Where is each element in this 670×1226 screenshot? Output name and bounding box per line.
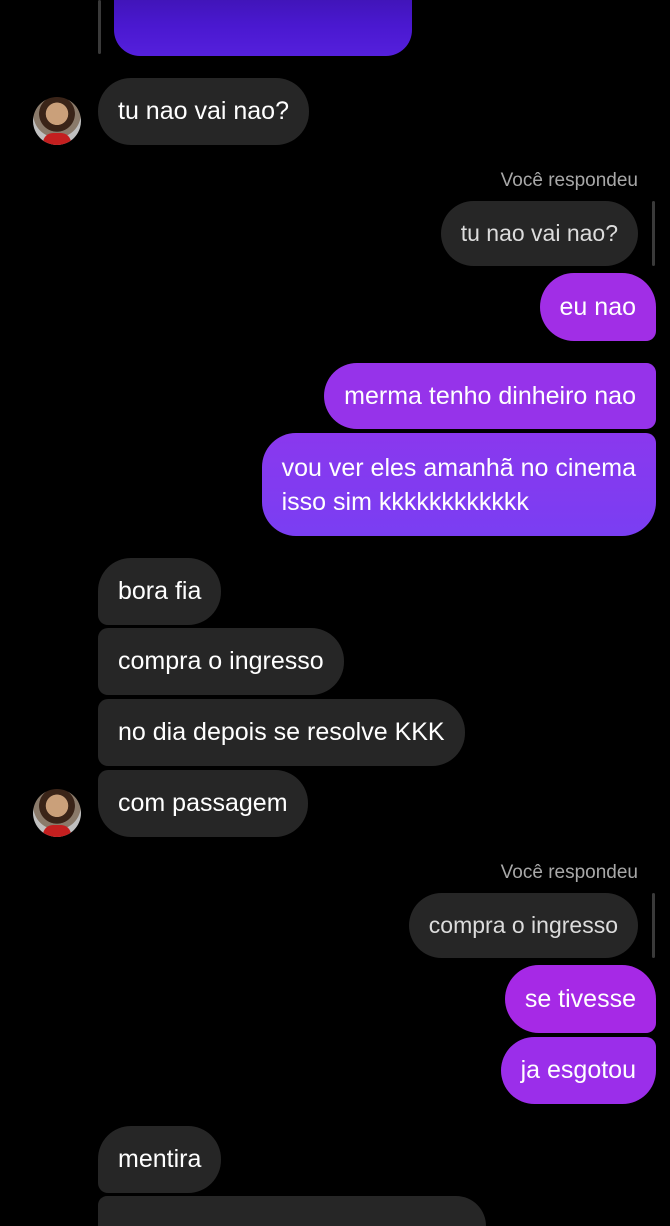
message-text: eu nao <box>559 292 636 321</box>
quoted-message[interactable]: tu nao vai nao? <box>440 201 638 266</box>
quoted-message[interactable]: compra o ingresso <box>408 893 638 958</box>
message-text: se tivesse <box>524 984 636 1013</box>
contact-avatar[interactable] <box>33 789 81 837</box>
quoted-message-text: tu nao vai nao? <box>460 220 618 246</box>
message-text: tu nao vai nao? <box>118 97 289 125</box>
incoming-message[interactable]: com passagem <box>98 770 308 837</box>
message-text: com passagem <box>118 789 288 817</box>
quoted-message-text: compra o ingresso <box>428 912 618 938</box>
message-text: isso sim kkkkkkkkkkkk <box>281 487 529 516</box>
incoming-message[interactable]: mentira <box>98 1126 222 1193</box>
message-text: no dia depois se resolve KKK <box>118 718 445 746</box>
reply-quote-bar <box>652 201 655 266</box>
outgoing-message[interactable]: eu nao <box>539 273 656 341</box>
contact-avatar[interactable] <box>33 97 81 145</box>
incoming-message[interactable]: no dia depois se resolve KKK <box>98 699 465 766</box>
shared-media-preview[interactable] <box>114 0 412 56</box>
reply-quote-bar <box>98 0 101 54</box>
outgoing-message[interactable]: se tivesse <box>504 965 656 1033</box>
message-text: compra o ingresso <box>118 647 324 675</box>
incoming-message[interactable]: compra o ingresso <box>98 628 344 695</box>
message-text: ja esgotou <box>520 1056 636 1084</box>
outgoing-message[interactable]: ja esgotou <box>500 1037 656 1104</box>
incoming-message-partial[interactable] <box>98 1196 486 1226</box>
replied-label: Você respondeu <box>500 170 638 191</box>
outgoing-message[interactable]: vou ver eles amanhã no cinema isso sim k… <box>261 433 656 536</box>
replied-label: Você respondeu <box>500 862 638 883</box>
incoming-message[interactable]: tu nao vai nao? <box>98 78 309 145</box>
message-text: bora fia <box>118 577 202 605</box>
reply-quote-bar <box>652 893 655 958</box>
incoming-message[interactable]: bora fia <box>98 558 222 625</box>
message-text: mentira <box>118 1145 202 1173</box>
message-text: merma tenho dinheiro nao <box>344 381 636 410</box>
message-text: vou ver eles amanhã no cinema <box>281 453 636 482</box>
outgoing-message[interactable]: merma tenho dinheiro nao <box>324 363 656 429</box>
